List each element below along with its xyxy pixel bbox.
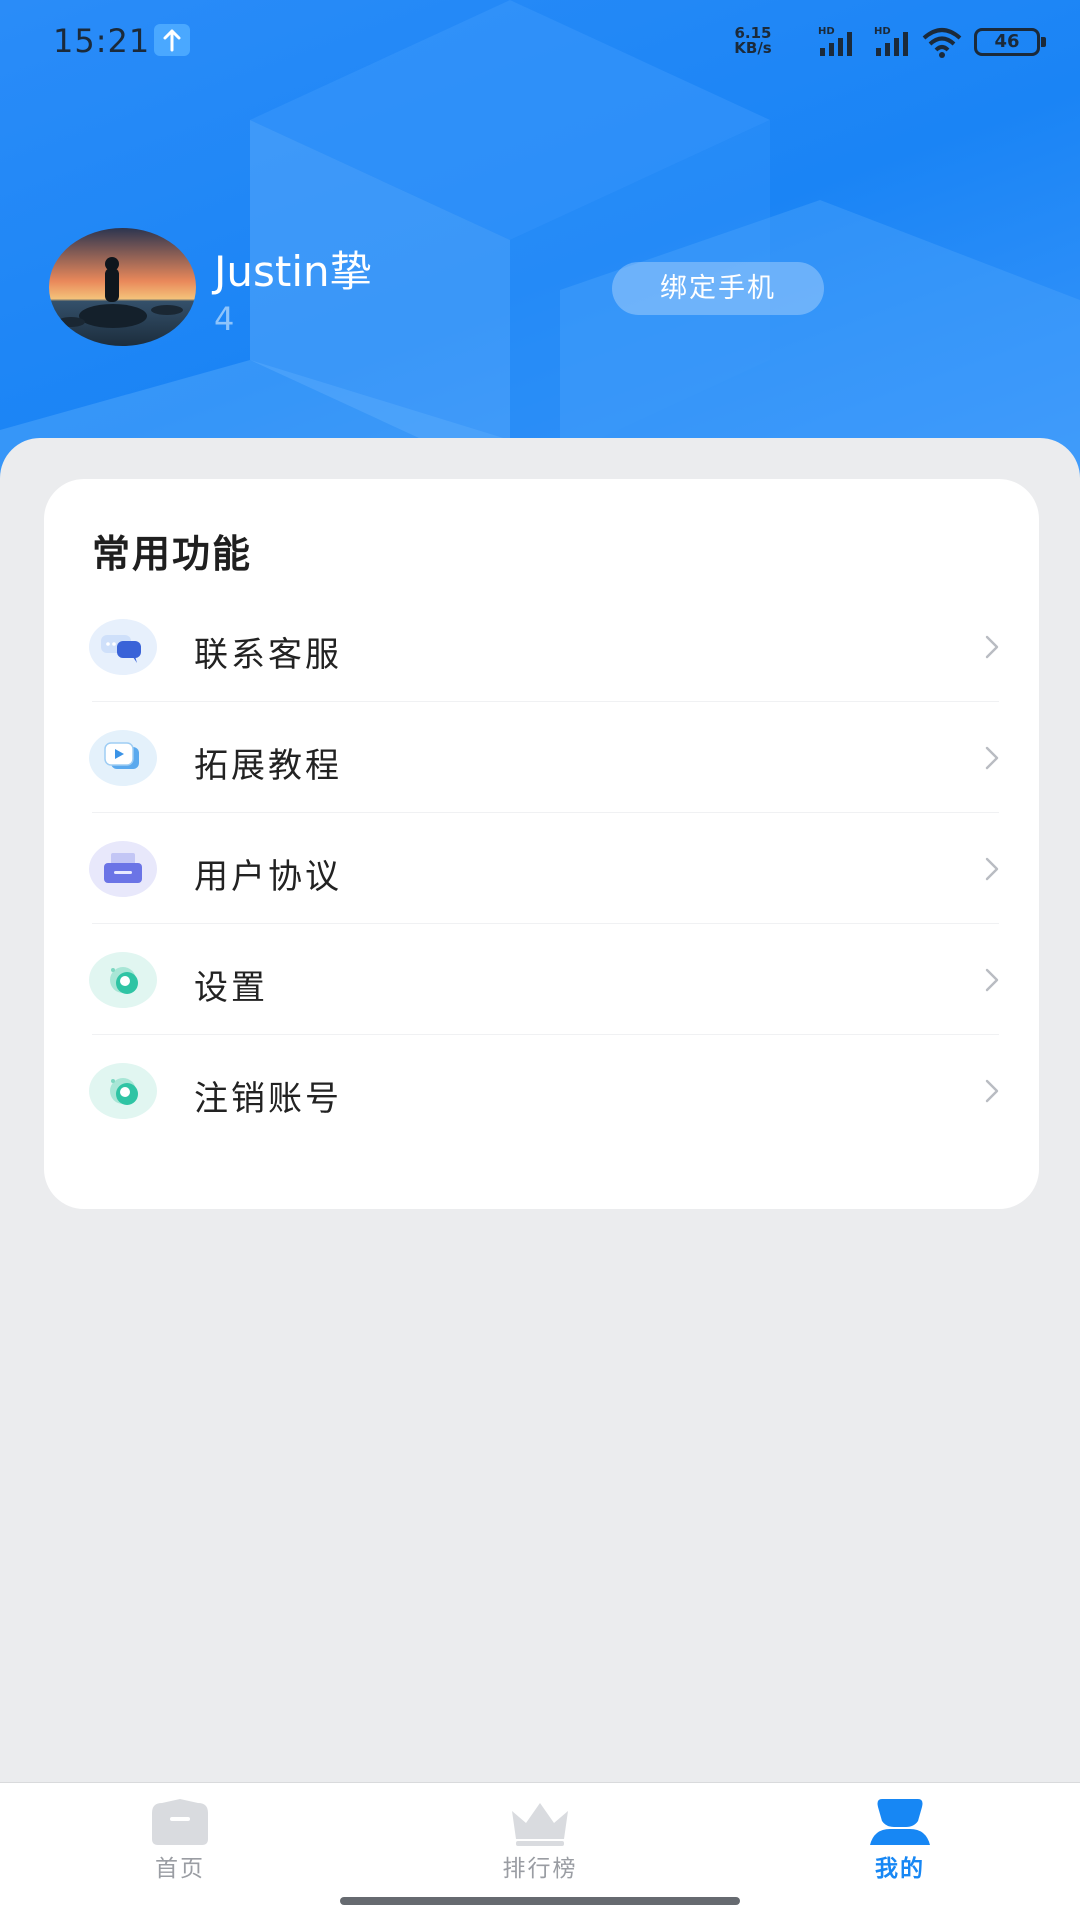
nav-label: 首页 bbox=[155, 1856, 205, 1882]
menu-item-label: 注销账号 bbox=[194, 1079, 342, 1119]
chevron-right-icon bbox=[985, 1079, 999, 1103]
common-functions-card: 常用功能 联系客服 拓展教程 用户协议 设置 注销账号 bbox=[44, 479, 1039, 1209]
menu-item-label: 设置 bbox=[194, 968, 268, 1008]
nav-item-ranking[interactable]: 排行榜 bbox=[440, 1783, 640, 1893]
nav-item-mine[interactable]: 我的 bbox=[800, 1783, 1000, 1893]
signal-1-icon: HD bbox=[818, 26, 852, 56]
user-icon bbox=[870, 1799, 930, 1845]
signal-2-icon: HD bbox=[874, 26, 908, 56]
chevron-right-icon bbox=[985, 968, 999, 992]
home-indicator bbox=[340, 1897, 740, 1905]
settings-icon bbox=[89, 952, 157, 1008]
menu-item-settings[interactable]: 设置 bbox=[44, 924, 1039, 1035]
menu-item-deactivate-account[interactable]: 注销账号 bbox=[44, 1035, 1039, 1146]
avatar[interactable] bbox=[49, 228, 196, 346]
crown-icon bbox=[512, 1803, 568, 1846]
battery-indicator: 46 bbox=[974, 28, 1046, 56]
customer-service-icon bbox=[89, 619, 157, 675]
menu-item-tutorial[interactable]: 拓展教程 bbox=[44, 702, 1039, 813]
status-time: 15:21 bbox=[53, 22, 151, 60]
nav-label: 排行榜 bbox=[502, 1856, 578, 1882]
upload-arrow-icon bbox=[154, 24, 190, 56]
home-icon bbox=[152, 1799, 208, 1845]
network-speed: 6.15 KB/s bbox=[734, 24, 772, 57]
nav-label: 我的 bbox=[875, 1856, 925, 1882]
video-tutorial-icon bbox=[89, 730, 157, 786]
agreement-icon bbox=[89, 841, 157, 897]
username: Justin挚 bbox=[214, 247, 372, 296]
wifi-icon bbox=[922, 28, 962, 58]
svg-text:HD: HD bbox=[874, 26, 891, 37]
menu-item-user-agreement[interactable]: 用户协议 bbox=[44, 813, 1039, 924]
chevron-right-icon bbox=[985, 857, 999, 881]
nav-item-home[interactable]: 首页 bbox=[80, 1783, 280, 1893]
svg-text:HD: HD bbox=[818, 26, 835, 37]
menu-list: 联系客服 拓展教程 用户协议 设置 注销账号 bbox=[44, 591, 1039, 1146]
chevron-right-icon bbox=[985, 746, 999, 770]
user-id: 4 bbox=[214, 300, 235, 338]
bind-phone-button[interactable]: 绑定手机 bbox=[612, 262, 824, 315]
profile-header: 15:21 6.15 KB/s HD HD 46 Justin挚 4 绑定手机 bbox=[0, 0, 1080, 480]
menu-item-label: 联系客服 bbox=[194, 635, 342, 675]
card-title: 常用功能 bbox=[92, 532, 253, 576]
chevron-right-icon bbox=[985, 635, 999, 659]
status-bar: 15:21 6.15 KB/s HD HD 46 bbox=[0, 0, 1080, 80]
menu-item-label: 用户协议 bbox=[194, 857, 342, 897]
menu-item-label: 拓展教程 bbox=[194, 746, 342, 786]
menu-item-customer-service[interactable]: 联系客服 bbox=[44, 591, 1039, 702]
deactivate-account-icon bbox=[89, 1063, 157, 1119]
